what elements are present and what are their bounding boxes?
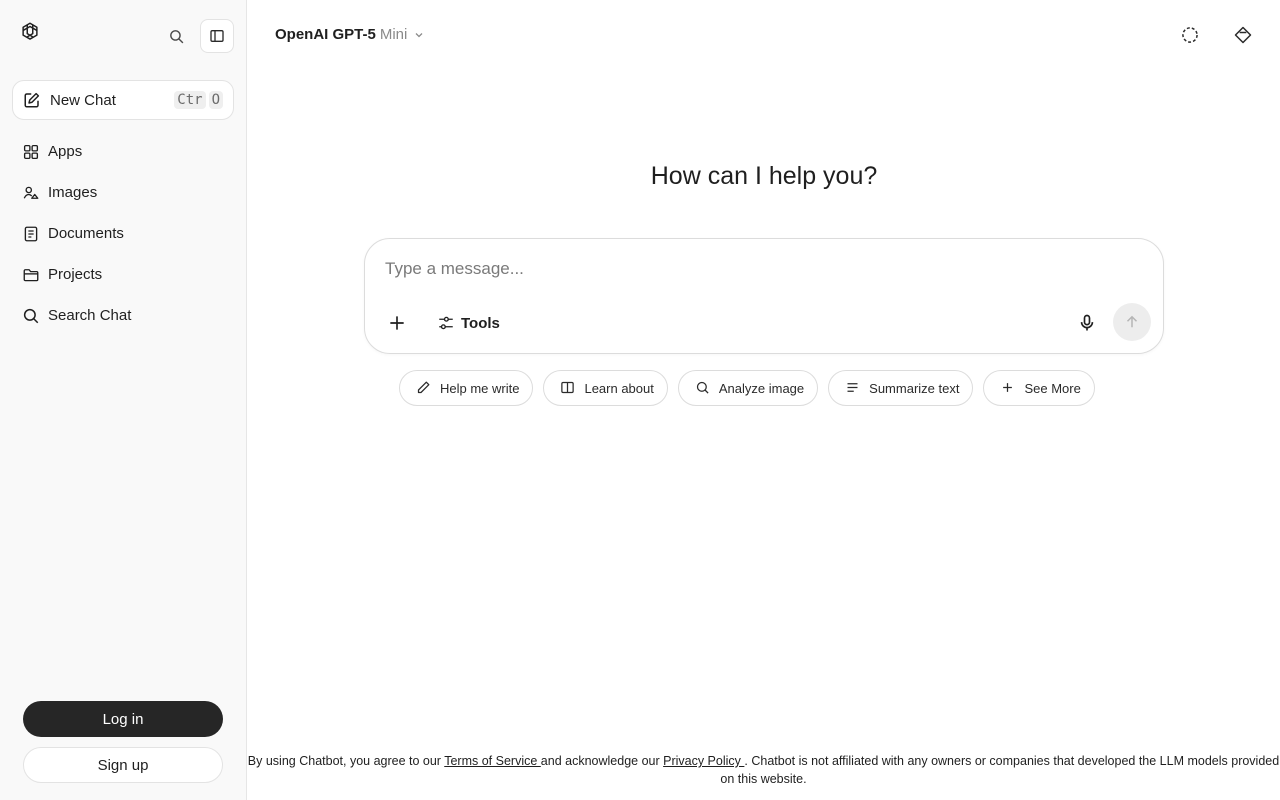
footer-prefix: By using Chatbot, you agree to our [247,754,445,768]
lines-icon [845,380,861,396]
chip-help-me-write[interactable]: Help me write [399,370,534,406]
sliders-icon [437,314,455,332]
sidebar-item-label: Images [48,184,98,201]
chip-see-more[interactable]: See More [983,370,1095,406]
signup-button[interactable]: Sign up [23,747,223,783]
login-button[interactable]: Log in [23,701,223,737]
sidebar-item-apps[interactable]: Apps [12,131,234,172]
footer-middle: and acknowledge our [540,754,664,768]
tools-button[interactable]: Tools [437,311,500,335]
images-icon [22,184,40,202]
send-button[interactable] [1113,303,1151,341]
shortcut-key-o: O [208,91,223,109]
sidebar-item-projects[interactable]: Projects [12,254,234,295]
model-selector[interactable]: OpenAI GPT-5 Mini [275,26,425,43]
microphone-icon[interactable] [1075,311,1099,335]
magnifier-icon [695,380,711,396]
suggestion-chips: Help me write Learn about Analyze image … [399,370,1095,406]
grid-icon [22,143,40,161]
diamond-icon[interactable] [1231,23,1255,47]
terms-of-service-link[interactable]: Terms of Service [444,754,541,768]
sidebar-nav: Apps Images Documents Projects Search Ch… [12,131,234,336]
sidebar-toggle-button[interactable] [200,19,234,53]
chip-learn-about[interactable]: Learn about [543,370,668,406]
footer-disclaimer: By using Chatbot, you agree to our Terms… [247,752,1280,788]
sidebar-item-label: Apps [48,143,83,160]
tools-label: Tools [461,314,500,332]
document-icon [22,225,40,243]
logo-icon[interactable] [19,21,41,43]
attach-plus-icon[interactable] [385,311,409,335]
sidebar-item-label: Search Chat [48,307,132,324]
new-chat-label: New Chat [50,91,116,109]
message-composer: Tools [364,238,1164,354]
sidebar-item-label: Projects [48,266,103,283]
plus-icon [1000,380,1016,396]
book-icon [560,380,576,396]
model-name: OpenAI GPT-5 [275,26,376,43]
privacy-policy-link[interactable]: Privacy Policy [663,754,744,768]
chip-label: Learn about [584,380,654,396]
sidebar-search-icon[interactable] [166,26,186,46]
chevron-down-icon [413,29,425,41]
sidebar-item-search-chat[interactable]: Search Chat [12,295,234,336]
chip-label: Summarize text [869,380,960,396]
sidebar-item-images[interactable]: Images [12,172,234,213]
sidebar-item-documents[interactable]: Documents [12,213,234,254]
footer-suffix: . Chatbot is not affiliated with any own… [720,754,1280,786]
chip-analyze-image[interactable]: Analyze image [677,370,819,406]
chip-label: Analyze image [718,380,805,396]
new-chat-button[interactable]: New Chat Ctr O [12,80,234,120]
page-title: How can I help you? [650,162,878,190]
pencil-icon [416,380,432,396]
chip-label: See More [1024,380,1081,396]
search-icon [22,307,40,325]
sidebar-item-label: Documents [48,225,124,242]
edit-icon [23,91,41,109]
chip-label: Help me write [440,380,520,396]
folder-icon [22,266,40,284]
chip-summarize-text[interactable]: Summarize text [828,370,974,406]
sidebar: New Chat Ctr O Apps Images Documents Pro… [0,0,247,800]
message-input[interactable] [385,259,1085,279]
arrow-up-icon [1126,315,1138,328]
model-variant: Mini [379,26,408,43]
shortcut-key-ctrl: Ctr [174,91,206,109]
fullscreen-icon[interactable] [1178,23,1202,47]
